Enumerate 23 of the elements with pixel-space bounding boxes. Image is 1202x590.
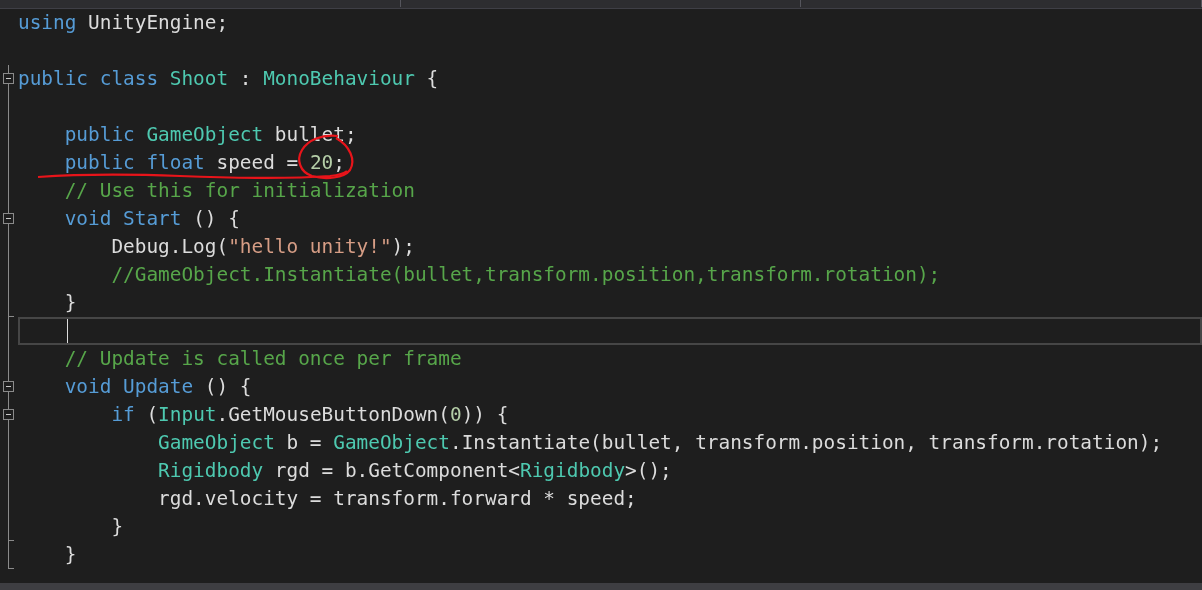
- collapse-icon[interactable]: [3, 381, 14, 392]
- code-line: public GameObject bullet;: [63, 124, 357, 146]
- code-line: }: [110, 516, 124, 538]
- code-line: // Update is called once per frame: [63, 348, 462, 370]
- code-line: if (Input.GetMouseButtonDown(0)) {: [110, 404, 509, 426]
- code-line: public class Shoot : MonoBehaviour {: [18, 68, 439, 90]
- code-line: using UnityEngine;: [18, 12, 229, 34]
- code-line: void Start () {: [63, 208, 240, 230]
- code-line: Rigidbody rgd = b.GetComponent<Rigidbody>();: [157, 460, 672, 482]
- code-line: rgd.velocity = transform.forward * speed;: [157, 488, 637, 510]
- code-line: // Use this for initialization: [63, 180, 415, 202]
- collapse-icon[interactable]: [3, 213, 14, 224]
- code-line: void Update () {: [63, 376, 252, 398]
- code-line: }: [63, 544, 77, 566]
- code-line: //GameObject.Instantiate(bullet,transform.position,transform.rotation);: [110, 264, 941, 286]
- collapse-icon[interactable]: [3, 73, 14, 84]
- code-line: public float speed = 20;: [63, 152, 345, 174]
- code-line: GameObject b = GameObject.Instantiate(bullet, transform.position, transform.rotation);: [157, 432, 1163, 454]
- code-line: Debug.Log("hello unity!");: [110, 236, 415, 258]
- horizontal-scrollbar[interactable]: [0, 583, 1202, 590]
- collapse-icon[interactable]: [3, 409, 14, 420]
- code-line: }: [63, 292, 77, 314]
- text-cursor: [67, 319, 68, 343]
